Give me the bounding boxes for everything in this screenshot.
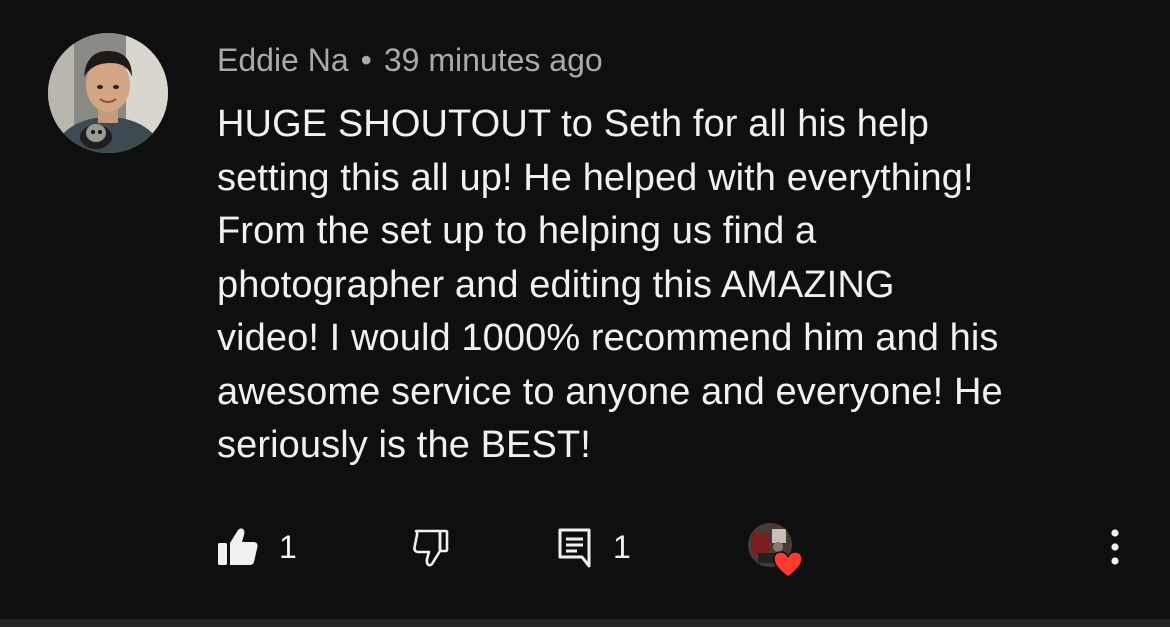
thumbs-up-icon bbox=[218, 528, 258, 565]
bottom-divider bbox=[0, 619, 1170, 627]
dislike-button[interactable] bbox=[410, 515, 452, 579]
comment-text-line: setting this all up! He helped with ever… bbox=[217, 156, 974, 199]
more-vertical-icon bbox=[1111, 529, 1119, 565]
comment-timestamp[interactable]: 39 minutes ago bbox=[384, 42, 603, 78]
creator-heart-container bbox=[748, 515, 803, 579]
avatar-photo bbox=[48, 33, 168, 153]
comment-text-line: awesome service to anyone and everyone! … bbox=[217, 370, 1003, 413]
comment-actions: 1 1 bbox=[0, 515, 1170, 579]
comment-text: HUGE SHOUTOUT to Seth for all his help s… bbox=[217, 98, 1127, 473]
more-options-button[interactable] bbox=[1100, 515, 1130, 579]
like-count: 1 bbox=[279, 528, 297, 565]
like-button[interactable]: 1 bbox=[217, 515, 297, 579]
reply-count: 1 bbox=[613, 528, 631, 565]
reply-icon bbox=[558, 528, 591, 568]
heart-icon bbox=[773, 551, 803, 578]
comment-text-line: video! I would 1000% recommend him and h… bbox=[217, 317, 999, 359]
comment-text-line: seriously is the BEST! bbox=[217, 424, 591, 466]
comment-meta: Eddie Na • 39 minutes ago bbox=[217, 38, 603, 82]
comment-text-line: HUGE SHOUTOUT to Seth for all his help bbox=[217, 103, 929, 145]
thumbs-down-icon bbox=[413, 529, 449, 567]
author-avatar[interactable] bbox=[48, 33, 168, 153]
comment-card: Eddie Na • 39 minutes ago HUGE SHOUTOUT to… bbox=[0, 0, 1170, 627]
reply-button[interactable]: 1 bbox=[557, 515, 631, 579]
comment-text-line: photographer and editing this AMAZING bbox=[217, 263, 895, 306]
creator-heart-badge bbox=[748, 515, 803, 579]
comment-text-line: From the set up to helping us find a bbox=[217, 210, 817, 252]
meta-separator: • bbox=[360, 42, 372, 78]
author-name[interactable]: Eddie Na bbox=[217, 42, 349, 78]
